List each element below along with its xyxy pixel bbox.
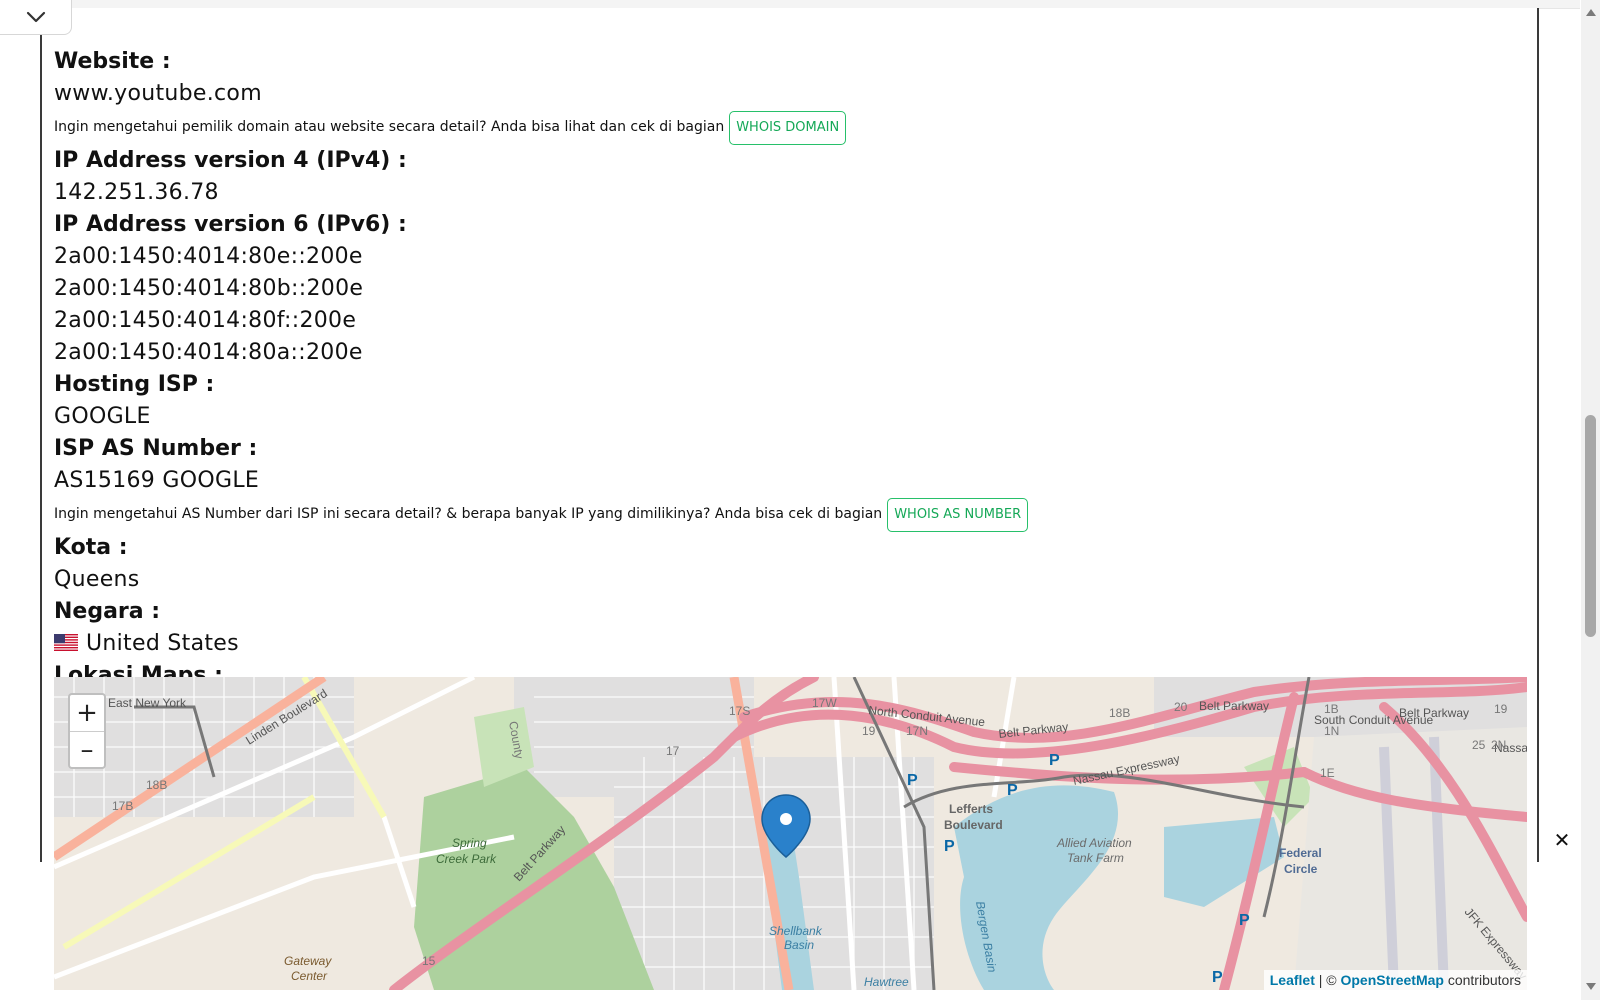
map-tiles[interactable]: P P P P P P East New York Linden Bouleva… (54, 677, 1527, 990)
chevron-down-icon (26, 11, 45, 23)
svg-text:25: 25 (1472, 738, 1486, 752)
svg-text:17W: 17W (812, 696, 837, 710)
isp-label: Hosting ISP : (54, 372, 215, 397)
svg-text:18B: 18B (1109, 706, 1130, 720)
isp-value: GOOGLE (54, 404, 151, 429)
country-value: United States (86, 631, 239, 656)
svg-text:20: 20 (1174, 700, 1188, 714)
svg-text:2N: 2N (1491, 738, 1506, 752)
zoom-in-button[interactable]: + (70, 695, 104, 731)
whois-asn-note-text: Ingin mengetahui AS Number dari ISP ini … (54, 506, 883, 522)
svg-text:Allied Aviation: Allied Aviation (1056, 836, 1132, 850)
country-value-row: United States (54, 628, 1494, 660)
ipv4-value: 142.251.36.78 (54, 180, 219, 205)
svg-text:19: 19 (1494, 702, 1508, 716)
svg-text:Boulevard: Boulevard (944, 818, 1003, 832)
svg-text:Gateway: Gateway (284, 954, 332, 968)
bottom-overlay-right (1527, 862, 1549, 1000)
leaflet-link[interactable]: Leaflet (1270, 972, 1315, 988)
svg-text:17B: 17B (112, 799, 133, 813)
ipv4-label: IP Address version 4 (IPv4) : (54, 148, 407, 173)
scrollbar[interactable] (1581, 0, 1600, 1000)
whois-domain-button[interactable]: WHOIS DOMAIN (729, 110, 847, 145)
scroll-down-arrow-icon[interactable] (1586, 983, 1596, 990)
svg-text:Tank Farm: Tank Farm (1067, 851, 1124, 865)
svg-text:P: P (944, 838, 955, 855)
svg-text:19: 19 (862, 724, 876, 738)
svg-text:Shellbank: Shellbank (769, 924, 823, 938)
bottom-overlay-left (0, 862, 54, 1000)
zoom-out-button[interactable]: – (70, 731, 104, 768)
svg-text:15: 15 (422, 954, 436, 968)
city-label: Kota : (54, 535, 128, 560)
attribution-separator: | © (1314, 972, 1341, 988)
location-map[interactable]: P P P P P P East New York Linden Bouleva… (54, 677, 1527, 990)
close-button[interactable]: ✕ (1545, 823, 1579, 857)
svg-text:P: P (907, 772, 918, 789)
ipv6-value: 2a00:1450:4014:80f::200e (54, 308, 357, 333)
svg-text:Spring: Spring (452, 836, 487, 850)
svg-text:18B: 18B (146, 778, 167, 792)
map-attribution: Leaflet | © OpenStreetMap contributors (1263, 970, 1527, 990)
map-label: East New York (108, 696, 187, 710)
whois-domain-note-text: Ingin mengetahui pemilik domain atau web… (54, 119, 725, 135)
us-flag-icon (54, 629, 78, 651)
svg-text:Hawtree: Hawtree (864, 975, 909, 989)
city-value: Queens (54, 567, 140, 592)
svg-text:17S: 17S (729, 704, 750, 718)
svg-text:Center: Center (291, 969, 328, 983)
asn-label: ISP AS Number : (54, 436, 258, 461)
website-label: Website : (54, 49, 171, 74)
svg-text:P: P (1212, 969, 1223, 986)
svg-text:1N: 1N (1324, 724, 1339, 738)
svg-text:P: P (1007, 782, 1018, 799)
whois-asn-note: Ingin mengetahui AS Number dari ISP ini … (54, 497, 1494, 532)
ipv6-value: 2a00:1450:4014:80b::200e (54, 276, 364, 301)
svg-text:Basin: Basin (784, 938, 814, 952)
openstreetmap-link[interactable]: OpenStreetMap (1340, 972, 1443, 988)
svg-text:Lefferts: Lefferts (949, 802, 993, 816)
ip-info-section: Website : www.youtube.com Ingin mengetah… (54, 46, 1494, 692)
collapse-toggle[interactable] (0, 0, 72, 35)
country-label: Negara : (54, 599, 161, 624)
svg-text:1E: 1E (1320, 766, 1335, 780)
svg-text:P: P (1239, 912, 1250, 929)
whois-domain-note: Ingin mengetahui pemilik domain atau web… (54, 110, 1494, 145)
ipv6-value: 2a00:1450:4014:80a::200e (54, 340, 363, 365)
ipv6-label: IP Address version 6 (IPv6) : (54, 212, 407, 237)
svg-text:1B: 1B (1324, 702, 1339, 716)
whois-as-number-button[interactable]: WHOIS AS NUMBER (887, 497, 1029, 532)
svg-text:Creek Park: Creek Park (436, 852, 497, 866)
scroll-up-arrow-icon[interactable] (1586, 9, 1596, 16)
svg-text:Belt Parkway: Belt Parkway (1199, 699, 1269, 713)
svg-text:17N: 17N (906, 724, 928, 738)
svg-text:P: P (1049, 752, 1060, 769)
svg-text:Federal: Federal (1279, 846, 1322, 860)
svg-text:Circle: Circle (1284, 862, 1318, 876)
svg-text:17: 17 (666, 744, 680, 758)
attribution-text: contributors (1443, 972, 1521, 988)
ipv6-value: 2a00:1450:4014:80e::200e (54, 244, 363, 269)
zoom-control: + – (68, 693, 106, 769)
scroll-thumb[interactable] (1585, 415, 1596, 637)
website-value: www.youtube.com (54, 81, 262, 106)
asn-value: AS15169 GOOGLE (54, 468, 260, 493)
